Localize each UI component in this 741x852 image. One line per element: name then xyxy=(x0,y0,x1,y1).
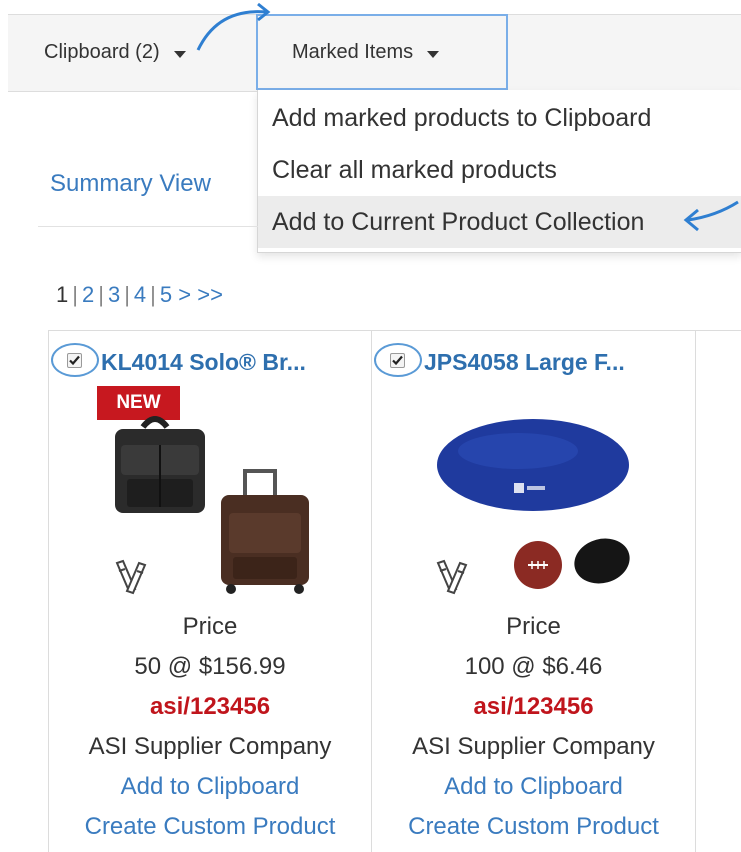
page-link-4[interactable]: 4 xyxy=(134,282,146,307)
page-last-link[interactable]: >> xyxy=(197,282,223,307)
asi-number: asi/123456 xyxy=(473,693,594,720)
checkmark-icon xyxy=(69,355,80,366)
summary-view-link[interactable]: Summary View xyxy=(50,170,211,198)
page-link-2[interactable]: 2 xyxy=(82,282,94,307)
supplier-name: ASI Supplier Company xyxy=(412,733,655,760)
page-current: 1 xyxy=(56,282,69,307)
clipboard-dropdown-button[interactable]: Clipboard (2) xyxy=(44,15,186,89)
page-link-3[interactable]: 3 xyxy=(108,282,120,307)
checkmark-icon xyxy=(392,355,403,366)
divider xyxy=(696,330,741,331)
price-label: Price xyxy=(506,613,561,640)
marked-items-label: Marked Items xyxy=(292,40,414,63)
marked-items-menu: Add marked products to Clipboard Clear a… xyxy=(257,90,741,253)
chevron-down-icon xyxy=(427,50,440,58)
asi-number: asi/123456 xyxy=(149,693,271,720)
price-value: 100 @ $6.46 xyxy=(464,653,603,680)
divider xyxy=(38,226,258,227)
pagination: 1 | 2 | 3 | 4 | 5 > >> xyxy=(56,282,223,307)
decoration-tools-icon xyxy=(115,559,147,595)
add-to-clipboard-link[interactable]: Add to Clipboard xyxy=(49,773,371,801)
product-checkbox[interactable] xyxy=(67,353,82,368)
product-title-link[interactable]: KL4014 Solo® Br... xyxy=(101,349,306,376)
annotation-arrow xyxy=(683,200,739,232)
page-next-link[interactable]: > xyxy=(178,282,191,307)
create-custom-product-link[interactable]: Create Custom Product xyxy=(49,813,371,841)
page-link-5[interactable]: 5 xyxy=(160,282,172,307)
menu-item-clear-marked[interactable]: Clear all marked products xyxy=(258,144,741,196)
supplier-name: ASI Supplier Company xyxy=(88,733,332,760)
create-custom-product-link[interactable]: Create Custom Product xyxy=(372,813,695,841)
chevron-down-icon xyxy=(173,50,186,58)
product-title-link[interactable]: JPS4058 Large F... xyxy=(424,349,625,376)
price-label: Price xyxy=(182,613,238,640)
menu-item-add-to-collection[interactable]: Add to Current Product Collection xyxy=(258,196,741,248)
price-value: 50 @ $156.99 xyxy=(134,653,286,680)
marked-items-dropdown-button[interactable]: Marked Items xyxy=(256,14,508,90)
toolbar: Clipboard (2) Marked Items xyxy=(8,14,741,92)
menu-item-add-to-clipboard[interactable]: Add marked products to Clipboard xyxy=(258,92,741,144)
product-checkbox[interactable] xyxy=(390,353,405,368)
clipboard-label: Clipboard (2) xyxy=(44,40,160,63)
product-card: KL4014 Solo® Br... NEW Price 50 @ $156.9… xyxy=(48,330,372,852)
product-card: JPS4058 Large F... Price 100 @ $6.46 asi… xyxy=(372,330,696,852)
annotation-arrow xyxy=(196,2,271,51)
decoration-tools-icon xyxy=(436,559,468,595)
add-to-clipboard-link[interactable]: Add to Clipboard xyxy=(372,773,695,801)
